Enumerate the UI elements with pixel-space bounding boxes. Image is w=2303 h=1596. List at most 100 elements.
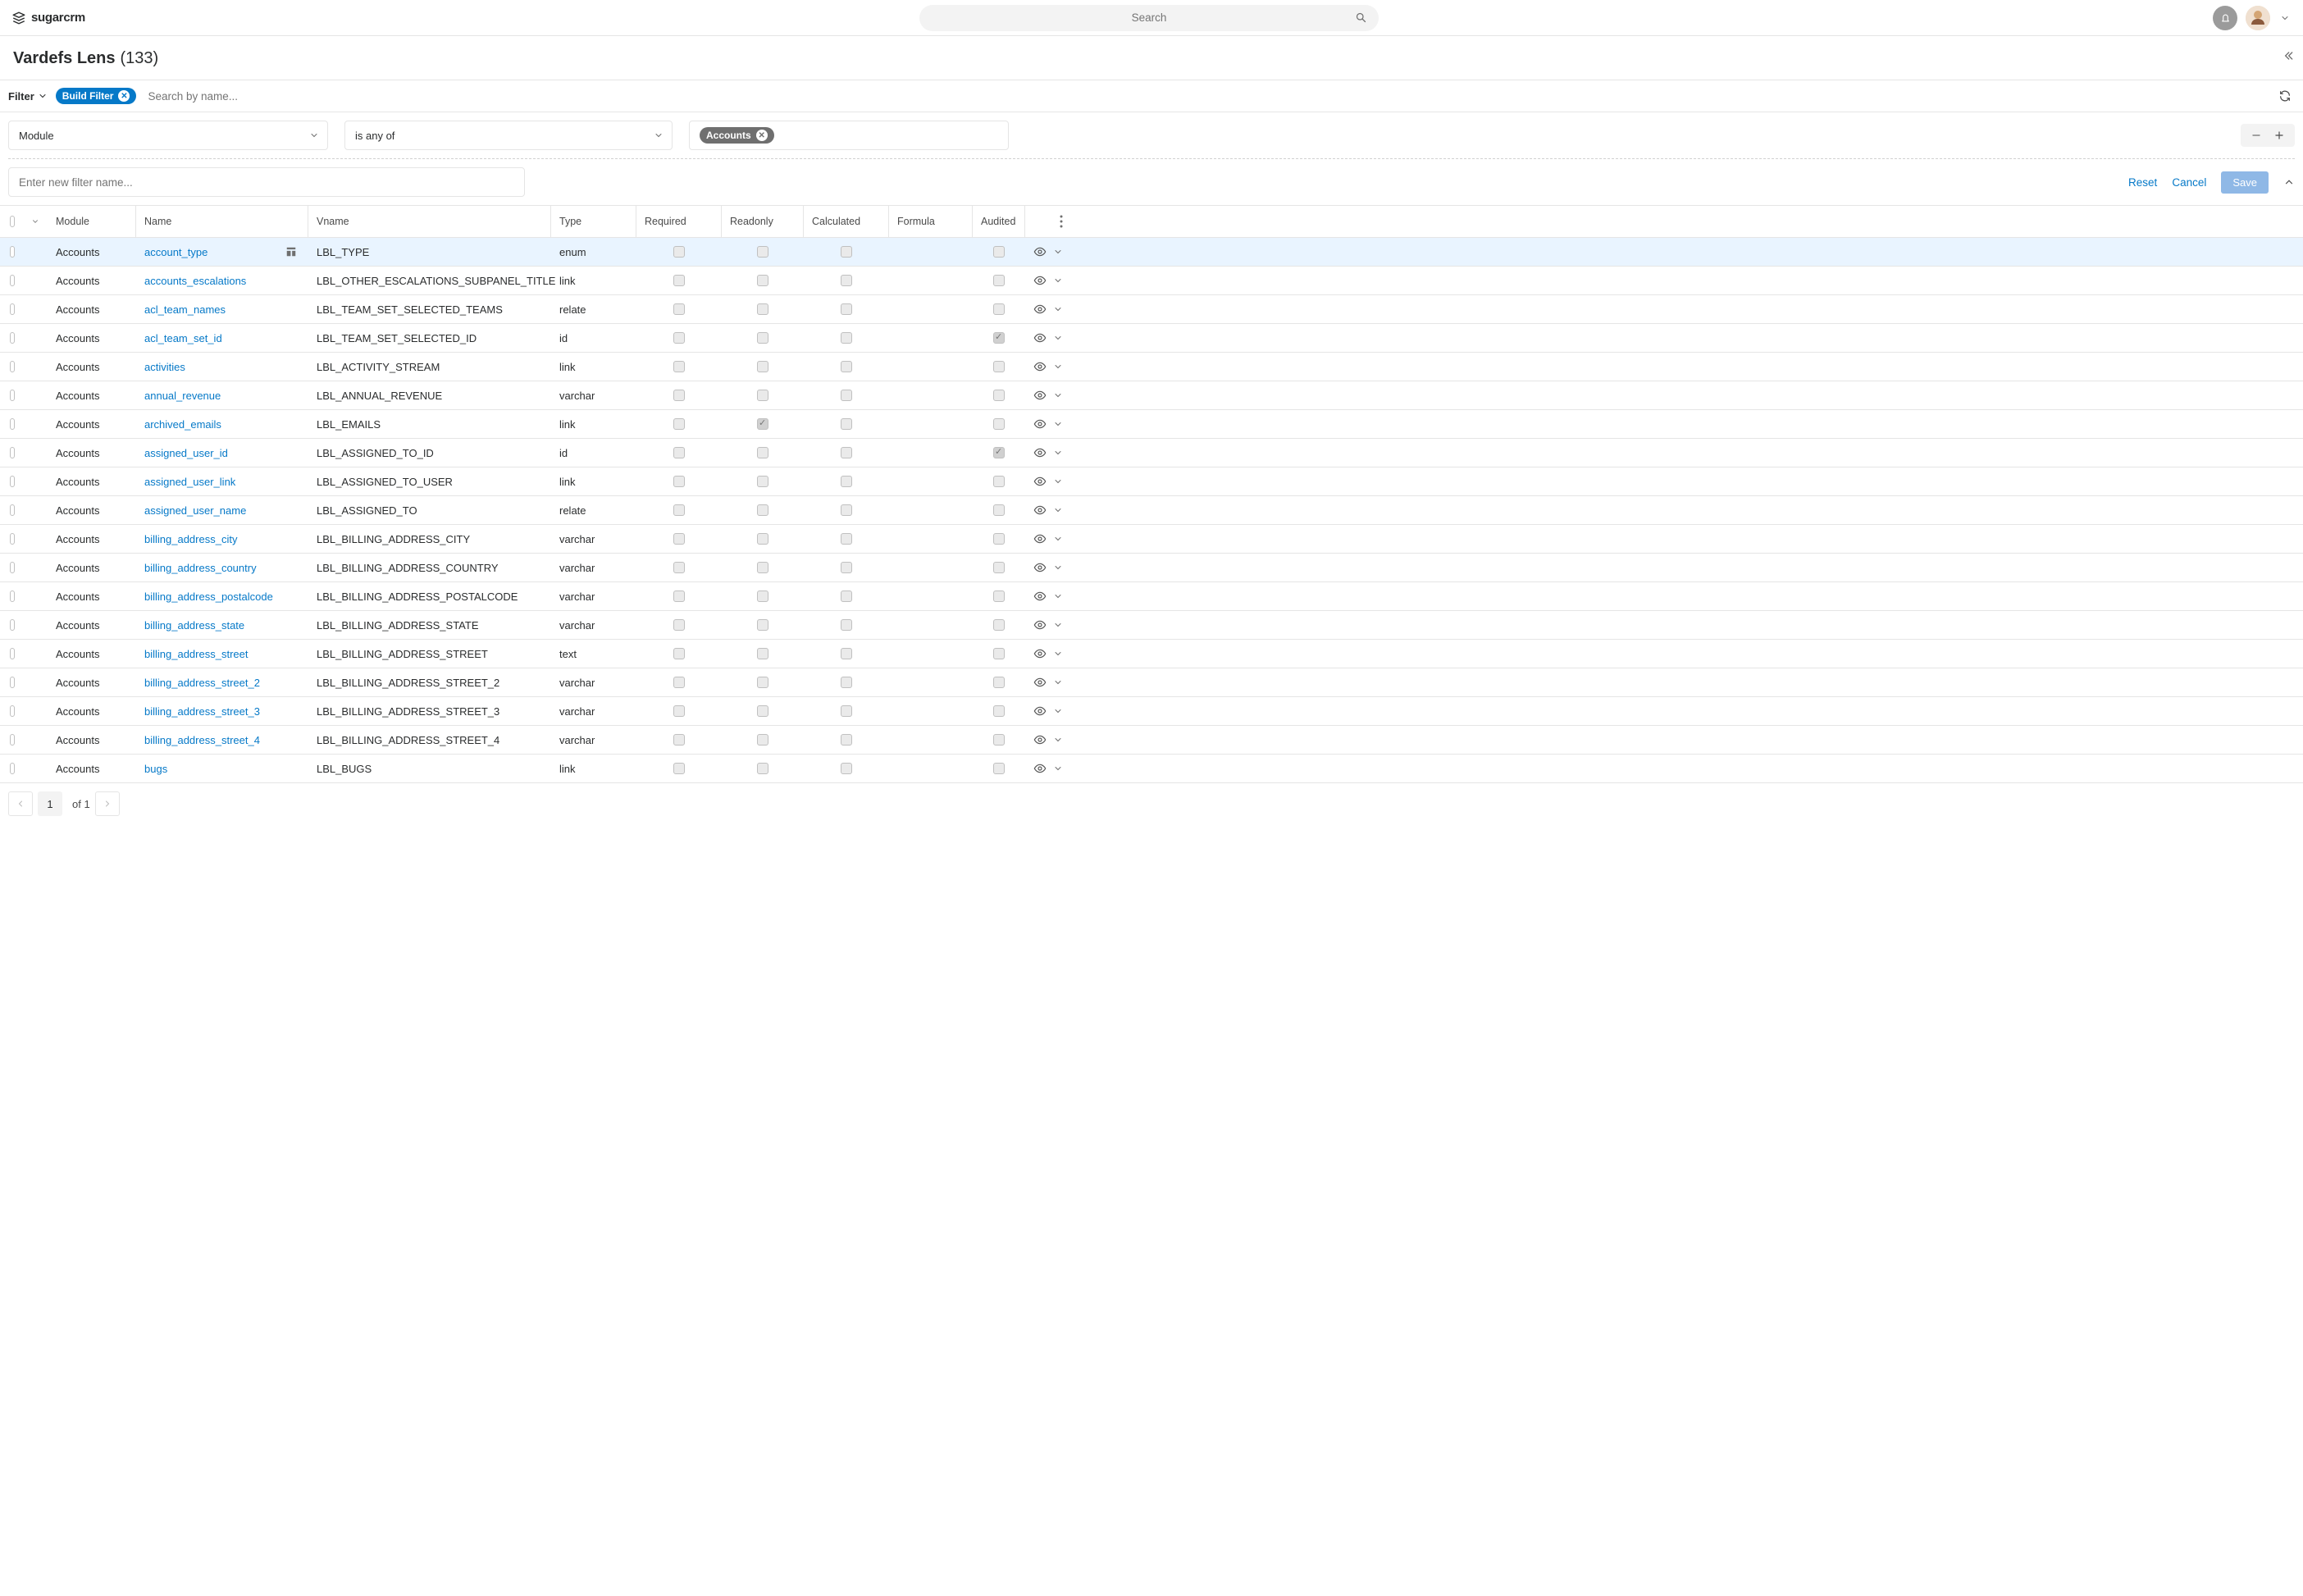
filter-value-chip[interactable]: Accounts ✕	[700, 127, 774, 144]
refresh-button[interactable]	[2275, 86, 2295, 106]
cell-name-link[interactable]: assigned_user_id	[144, 447, 228, 459]
cell-name-link[interactable]: account_type	[144, 246, 207, 258]
filter-field-select[interactable]: Module	[8, 121, 328, 150]
row-menu-button[interactable]	[1053, 505, 1063, 515]
table-row[interactable]: Accountsacl_team_set_idLBL_TEAM_SET_SELE…	[0, 324, 2303, 353]
cell-name-link[interactable]: billing_address_street_2	[144, 677, 260, 689]
preview-button[interactable]	[1033, 618, 1047, 632]
row-checkbox[interactable]	[10, 734, 15, 746]
row-menu-button[interactable]	[1053, 276, 1063, 285]
row-menu-button[interactable]	[1053, 620, 1063, 630]
global-search[interactable]	[919, 5, 1379, 31]
preview-button[interactable]	[1033, 331, 1047, 344]
add-filter-row-button[interactable]	[2270, 128, 2288, 143]
collapse-filter-button[interactable]	[2283, 176, 2295, 188]
row-checkbox[interactable]	[10, 390, 15, 401]
cell-name-link[interactable]: bugs	[144, 763, 167, 775]
cell-name-link[interactable]: annual_revenue	[144, 390, 221, 402]
table-row[interactable]: AccountsbugsLBL_BUGSlink	[0, 755, 2303, 783]
col-calculated[interactable]: Calculated	[804, 206, 889, 237]
reset-link[interactable]: Reset	[2128, 176, 2157, 189]
preview-button[interactable]	[1033, 590, 1047, 603]
table-row[interactable]: Accountsbilling_address_postalcodeLBL_BI…	[0, 582, 2303, 611]
table-row[interactable]: Accountsbilling_address_countryLBL_BILLI…	[0, 554, 2303, 582]
filter-dropdown[interactable]: Filter	[8, 90, 48, 103]
column-menu-button[interactable]	[1060, 215, 1063, 228]
next-page-button[interactable]	[95, 791, 120, 816]
row-menu-button[interactable]	[1053, 735, 1063, 745]
cell-name-link[interactable]: acl_team_set_id	[144, 332, 222, 344]
close-icon[interactable]: ✕	[756, 130, 768, 141]
row-checkbox[interactable]	[10, 246, 15, 258]
row-checkbox[interactable]	[10, 447, 15, 458]
table-row[interactable]: Accountsaccounts_escalationsLBL_OTHER_ES…	[0, 267, 2303, 295]
filter-search-input[interactable]	[148, 85, 2275, 107]
preview-button[interactable]	[1033, 733, 1047, 746]
row-checkbox[interactable]	[10, 591, 15, 602]
cell-name-link[interactable]: billing_address_country	[144, 562, 257, 574]
row-menu-button[interactable]	[1053, 477, 1063, 486]
row-menu-button[interactable]	[1053, 247, 1063, 257]
row-checkbox[interactable]	[10, 705, 15, 717]
row-checkbox[interactable]	[10, 476, 15, 487]
row-checkbox[interactable]	[10, 619, 15, 631]
cancel-link[interactable]: Cancel	[2172, 176, 2206, 189]
row-checkbox[interactable]	[10, 504, 15, 516]
table-row[interactable]: Accountsbilling_address_street_2LBL_BILL…	[0, 668, 2303, 697]
col-module[interactable]: Module	[48, 206, 136, 237]
col-audited[interactable]: Audited	[973, 206, 1025, 237]
row-menu-button[interactable]	[1053, 419, 1063, 429]
cell-name-link[interactable]: accounts_escalations	[144, 275, 246, 287]
row-menu-button[interactable]	[1053, 333, 1063, 343]
cell-name-link[interactable]: activities	[144, 361, 185, 373]
cell-name-link[interactable]: billing_address_street_3	[144, 705, 260, 718]
row-checkbox[interactable]	[10, 361, 15, 372]
table-row[interactable]: Accountsaccount_typeLBL_TYPEenum	[0, 238, 2303, 267]
table-row[interactable]: Accountsassigned_user_linkLBL_ASSIGNED_T…	[0, 467, 2303, 496]
cell-name-link[interactable]: assigned_user_link	[144, 476, 235, 488]
cell-name-link[interactable]: archived_emails	[144, 418, 221, 431]
row-checkbox[interactable]	[10, 533, 15, 545]
preview-button[interactable]	[1033, 303, 1047, 316]
prev-page-button[interactable]	[8, 791, 33, 816]
table-row[interactable]: Accountsassigned_user_nameLBL_ASSIGNED_T…	[0, 496, 2303, 525]
cell-name-link[interactable]: billing_address_postalcode	[144, 591, 273, 603]
row-menu-button[interactable]	[1053, 677, 1063, 687]
preview-button[interactable]	[1033, 446, 1047, 459]
table-row[interactable]: AccountsactivitiesLBL_ACTIVITY_STREAMlin…	[0, 353, 2303, 381]
col-vname[interactable]: Vname	[308, 206, 551, 237]
table-row[interactable]: Accountsbilling_address_street_3LBL_BILL…	[0, 697, 2303, 726]
row-menu-button[interactable]	[1053, 448, 1063, 458]
table-row[interactable]: Accountsassigned_user_idLBL_ASSIGNED_TO_…	[0, 439, 2303, 467]
preview-button[interactable]	[1033, 360, 1047, 373]
preview-button[interactable]	[1033, 504, 1047, 517]
col-required[interactable]: Required	[636, 206, 722, 237]
select-all-checkbox[interactable]	[10, 216, 15, 227]
row-checkbox[interactable]	[10, 332, 15, 344]
row-menu-button[interactable]	[1053, 390, 1063, 400]
cell-name-link[interactable]: billing_address_state	[144, 619, 244, 632]
collapse-sidepanel-icon[interactable]	[2282, 49, 2295, 62]
table-row[interactable]: Accountsbilling_address_cityLBL_BILLING_…	[0, 525, 2303, 554]
page-number[interactable]: 1	[38, 791, 62, 816]
preview-button[interactable]	[1033, 762, 1047, 775]
brand-logo[interactable]: sugarcrm	[11, 11, 85, 25]
select-all-menu[interactable]	[23, 206, 48, 237]
col-name[interactable]: Name	[136, 206, 308, 237]
cell-name-link[interactable]: billing_address_street_4	[144, 734, 260, 746]
preview-button[interactable]	[1033, 532, 1047, 545]
table-row[interactable]: Accountsannual_revenueLBL_ANNUAL_REVENUE…	[0, 381, 2303, 410]
global-search-input[interactable]	[931, 11, 1367, 24]
row-menu-button[interactable]	[1053, 563, 1063, 572]
save-button[interactable]: Save	[2221, 171, 2269, 194]
filter-name-input[interactable]	[8, 167, 525, 197]
row-checkbox[interactable]	[10, 303, 15, 315]
row-menu-button[interactable]	[1053, 534, 1063, 544]
notifications-button[interactable]	[2213, 6, 2237, 30]
row-checkbox[interactable]	[10, 677, 15, 688]
row-menu-button[interactable]	[1053, 304, 1063, 314]
row-menu-button[interactable]	[1053, 706, 1063, 716]
row-checkbox[interactable]	[10, 275, 15, 286]
preview-button[interactable]	[1033, 647, 1047, 660]
row-checkbox[interactable]	[10, 418, 15, 430]
